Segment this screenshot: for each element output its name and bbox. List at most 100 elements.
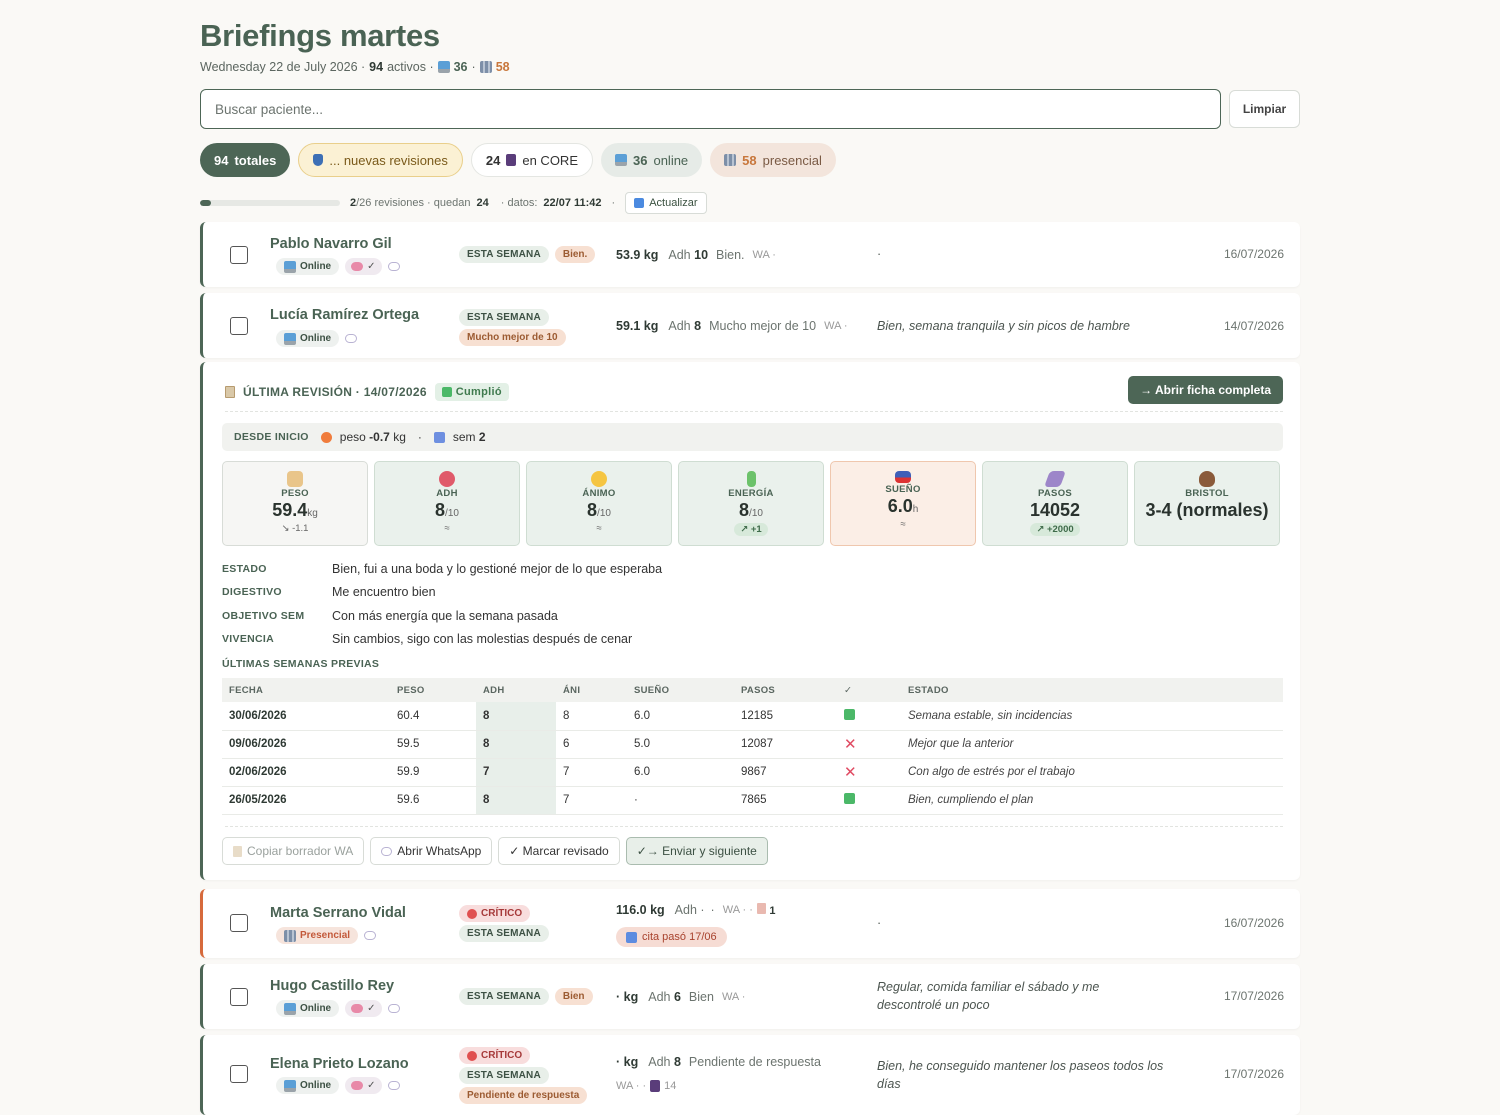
field-label: DIGESTIVO [222,586,282,599]
cell-sueno: 6.0 [627,702,734,731]
mode-label: Online [300,1003,332,1014]
adh-label: Adh [668,248,691,262]
card-value: 59.4kg [272,500,318,521]
building-icon [479,61,492,73]
search-input[interactable]: Buscar paciente... [200,89,1221,129]
patient-name[interactable]: Elena Prieto Lozano [270,1056,409,1072]
chat-bubble-icon[interactable] [364,931,377,940]
row-checkbox[interactable] [230,914,248,932]
chip-nuevas-revisiones[interactable]: ... nuevas revisiones [298,143,463,177]
since-week-label: sem [452,430,476,444]
cell-fecha: 09/06/2026 [222,730,390,759]
mode-tag: Online [276,330,340,347]
refresh-icon [634,198,645,208]
cell-adh: 8 [476,730,556,759]
chat-bubble-icon[interactable] [387,262,400,271]
status-badge: Cumplió [434,383,509,401]
page-subtitle: Wednesday 22 de July 2026 · 94 activos ·… [200,60,510,74]
chat-bubble-icon[interactable] [387,1004,400,1013]
table-row: 09/06/2026 59.5 8 6 5.0 12087 ✕ Mejor qu… [222,730,1283,759]
adh-label: Adh [648,990,671,1004]
wa-indicator: WA · · [722,904,753,916]
card-label: PASOS [1037,488,1073,499]
panel-actions: Copiar borrador WA Abrir WhatsApp ✓ Marc… [222,837,768,865]
card-number: 59.4 [272,500,308,520]
table-row: 02/06/2026 59.9 7 7 6.0 9867 ✕ Con algo … [222,758,1283,787]
doc-count: 1 [756,903,776,917]
row-checkbox[interactable] [230,317,248,335]
brain-tag: ✓ [345,1000,382,1017]
doc-count-value: 1 [769,905,776,917]
chip-presencial[interactable]: 58 presencial [710,143,836,177]
cell-peso: 59.5 [390,730,476,759]
mood-badge: Pendiente de respuesta [459,1087,588,1104]
clear-button[interactable]: Limpiar [1229,90,1300,128]
adh-value: 6 [673,990,681,1004]
open-whatsapp-button[interactable]: Abrir WhatsApp [370,837,493,865]
chat-bubble-icon [381,846,393,856]
chip-pres-count: 58 [742,152,757,168]
patient-row[interactable]: Hugo Castillo Rey Online ✓ ESTA SEMANA B… [200,964,1300,1029]
brain-icon [351,1004,364,1013]
since-peso: peso -0.7 kg [340,430,406,444]
card-label: BRISTOL [1185,488,1229,499]
table-row: 30/06/2026 60.4 8 8 6.0 12185 Semana est… [222,702,1283,731]
patient-name[interactable]: Marta Serrano Vidal [270,905,406,921]
metric-cards: PESO 59.4kg ↘ -1.1 ADH 8/10 ≈ ÁNIMO 8/10… [222,461,1280,546]
col-pasos: PASOS [734,678,837,702]
panel-title: ÚLTIMA REVISIÓN · 14/07/2026 [243,385,427,399]
row-checkbox[interactable] [230,988,248,1006]
week-badge: ESTA SEMANA [459,309,549,326]
wa-indicator: WA · [721,991,746,1003]
col-estado: ESTADO [901,678,1283,702]
card-number: 14052 [1029,500,1081,520]
send-next-button[interactable]: ✓→ Enviar y siguiente [625,837,768,865]
smile-icon [591,471,607,487]
copy-draft-button[interactable]: Copiar borrador WA [222,837,365,865]
mood-badge: Bien. [554,246,596,263]
patient-row[interactable]: Marta Serrano Vidal Presencial CRÍTICO E… [200,889,1300,958]
patient-name[interactable]: Pablo Navarro Gil [270,236,392,252]
patient-row[interactable]: Lucía Ramírez Ortega Online ESTA SEMANA … [200,293,1300,358]
chip-online[interactable]: 36 online [601,143,703,177]
mark-reviewed-button[interactable]: ✓ Marcar revisado [498,837,620,865]
adh-value: 10 [694,248,709,262]
row-checkbox[interactable] [230,1065,248,1083]
card-delta: ≈ [444,523,450,534]
chip-core-count: 24 [485,152,501,168]
refresh-label: Actualizar [649,197,698,209]
cell-estado: Semana estable, sin incidencias [901,702,1283,731]
field-row: ESTADO Bien, fui a una boda y lo gestioné… [222,557,662,581]
critical-badge: CRÍTICO [459,905,531,922]
patient-note: Regular, comida familiar el sábado y me … [877,980,1100,1012]
chip-totales[interactable]: 94 totales [200,143,291,177]
cell-sueno: 5.0 [627,730,734,759]
page-title: Briefings martes [200,18,440,53]
chat-bubble-icon[interactable] [345,334,358,343]
refresh-button[interactable]: Actualizar [625,192,707,214]
patient-row[interactable]: Elena Prieto Lozano Online ✓ CRÍTICO EST… [200,1035,1300,1115]
patient-name[interactable]: Lucía Ramírez Ortega [270,307,419,323]
document-icon [756,903,766,914]
critical-label: CRÍTICO [481,1050,523,1061]
row-checkbox[interactable] [230,246,248,264]
patient-row[interactable]: Pablo Navarro Gil Online ✓ ESTA SEMANA B… [200,222,1300,287]
laptop-icon [284,332,296,345]
adh-value: 8 [694,319,702,333]
chat-bubble-icon[interactable] [387,1081,400,1090]
calendar-icon [626,931,637,943]
week-badge: ESTA SEMANA [459,925,549,942]
chip-core[interactable]: 24 en CORE [470,143,593,177]
card-delta: ≈ [900,519,906,530]
wa-indicator: WA · [752,249,776,261]
page-icon [233,845,242,857]
wa-indicator: WA · [824,320,848,332]
card-number: 8 [739,500,750,520]
patient-name[interactable]: Hugo Castillo Rey [270,978,394,994]
card-unit: kg [307,508,318,519]
mood-badge: Mucho mejor de 10 [459,329,566,346]
open-full-record-button[interactable]: → Abrir ficha completa [1128,376,1283,404]
patient-tags: Online ✓ [276,1000,400,1017]
chip-online-count: 36 [633,152,648,168]
week-badge: ESTA SEMANA [459,988,549,1005]
